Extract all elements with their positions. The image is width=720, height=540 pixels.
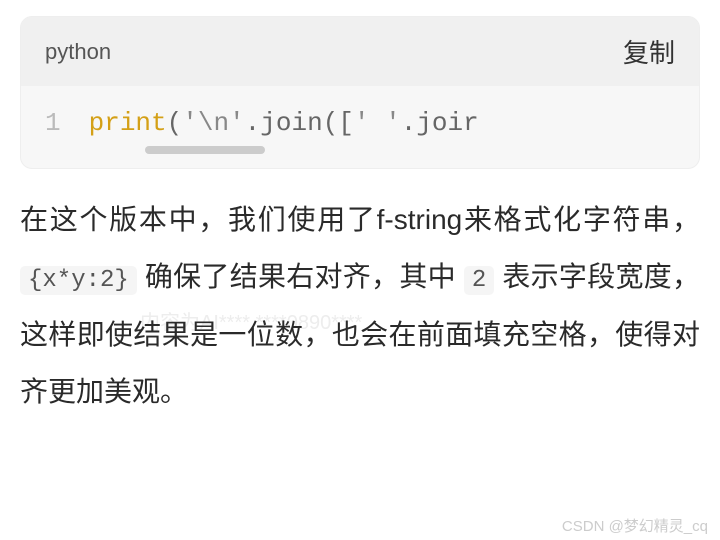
code-body: 1print('\n'.join([' '.joir: [21, 86, 699, 168]
code-token: ([: [323, 108, 354, 138]
code-block: python 复制 1print('\n'.join([' '.joir: [20, 16, 700, 169]
description-text: 在这个版本中，我们使用了f-string来格式化字符串， {x*y:2} 确保了…: [20, 191, 700, 421]
line-number: 1: [45, 108, 61, 138]
code-token: .: [401, 108, 417, 138]
code-token-string: '\n': [182, 108, 244, 138]
code-token-string: ' ': [354, 108, 401, 138]
inline-code-fstring: {x*y:2}: [20, 266, 137, 295]
copy-button[interactable]: 复制: [623, 33, 675, 70]
inline-code-width: 2: [464, 266, 494, 295]
code-token: joir: [416, 108, 478, 138]
desc-part1: 在这个版本中，我们使用了f-string来格式化字符串，: [20, 204, 700, 235]
code-header: python 复制: [21, 17, 699, 86]
code-token: .: [245, 108, 261, 138]
code-token: join: [260, 108, 322, 138]
code-token: (: [167, 108, 183, 138]
code-language-label: python: [45, 39, 111, 65]
attribution-label: CSDN @梦幻精灵_cq: [562, 515, 708, 536]
desc-part2: 确保了结果右对齐，其中: [145, 261, 456, 292]
code-token-print: print: [89, 108, 167, 138]
scroll-indicator[interactable]: [145, 146, 265, 154]
